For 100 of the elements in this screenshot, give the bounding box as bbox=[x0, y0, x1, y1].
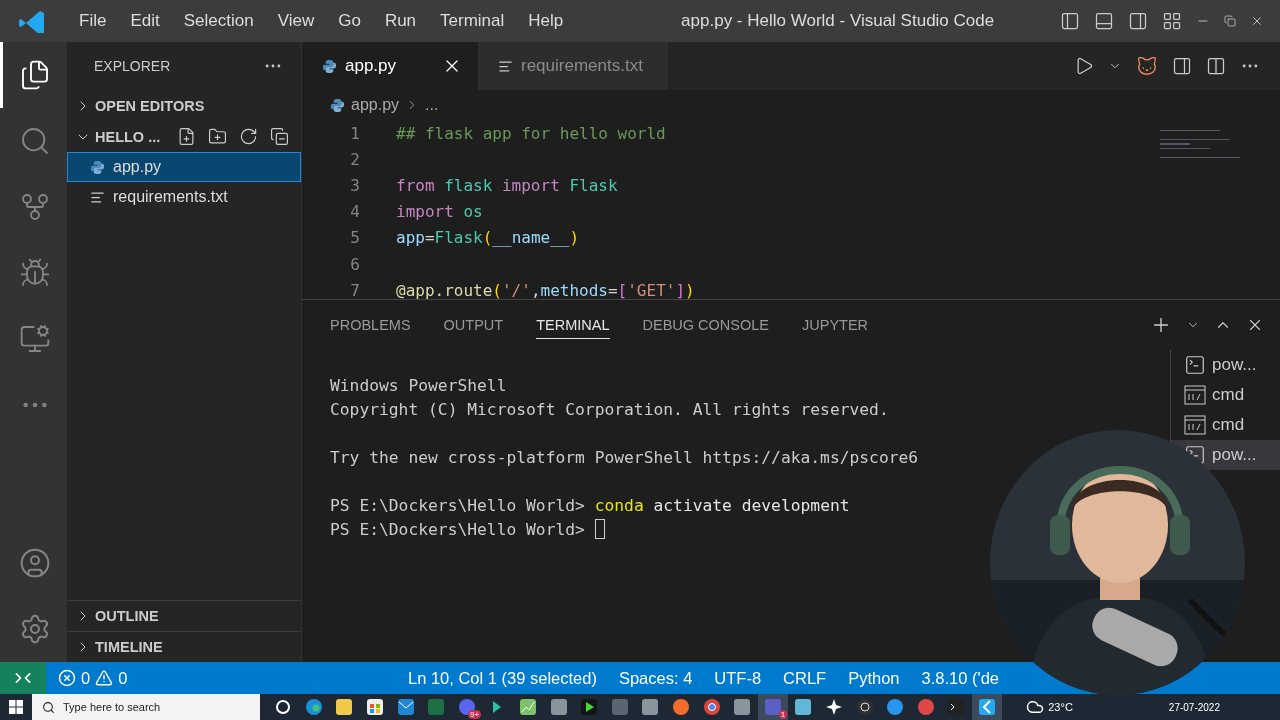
status-item[interactable]: Python bbox=[837, 668, 911, 688]
settings-icon[interactable] bbox=[19, 613, 51, 645]
panel-left-icon[interactable] bbox=[1060, 11, 1080, 31]
panel-bottom-icon[interactable] bbox=[1094, 11, 1114, 31]
line-number: 2 bbox=[349, 149, 360, 169]
split-editor-icon[interactable] bbox=[1206, 56, 1226, 76]
play-icon[interactable] bbox=[580, 698, 599, 716]
python-icon bbox=[90, 159, 105, 175]
code-editor-icon[interactable] bbox=[977, 698, 996, 716]
bug-icon[interactable] bbox=[19, 257, 51, 289]
panel-tab[interactable]: DEBUG CONSOLE bbox=[642, 311, 770, 339]
date-text[interactable]: 27-07-2022 bbox=[1168, 701, 1220, 713]
search-icon[interactable] bbox=[19, 125, 51, 157]
record-icon[interactable] bbox=[855, 698, 874, 716]
menu-item[interactable]: View bbox=[265, 11, 327, 31]
lines-icon bbox=[498, 58, 513, 74]
section-header[interactable]: OPEN EDITORS bbox=[95, 97, 205, 114]
panel-right-icon[interactable] bbox=[1128, 11, 1148, 31]
menu-item[interactable]: Edit bbox=[118, 11, 172, 31]
preview-icon[interactable] bbox=[1172, 56, 1192, 76]
menu-item[interactable]: Run bbox=[372, 11, 429, 31]
folder-icon[interactable] bbox=[335, 698, 354, 716]
cloud-icon[interactable] bbox=[1026, 698, 1045, 716]
menu-item[interactable]: File bbox=[67, 11, 119, 31]
mail-icon[interactable] bbox=[396, 698, 415, 716]
store-icon[interactable] bbox=[366, 698, 385, 716]
python-icon bbox=[330, 97, 345, 113]
code-line: ## flask app for hello world bbox=[395, 123, 666, 143]
search-field[interactable]: Type here to search bbox=[32, 694, 260, 720]
terminal-item[interactable]: cmd bbox=[1171, 380, 1280, 410]
remote-button[interactable] bbox=[0, 662, 46, 694]
refresh-icon[interactable] bbox=[239, 127, 258, 146]
line-number: 5 bbox=[349, 228, 360, 248]
star-icon[interactable] bbox=[825, 698, 843, 716]
command-window-icon bbox=[1184, 385, 1206, 405]
menu-item[interactable]: Help bbox=[516, 11, 576, 31]
terminal-line: Windows PowerShell bbox=[330, 375, 507, 395]
branch-icon[interactable] bbox=[19, 191, 51, 223]
line-number: 3 bbox=[349, 175, 360, 195]
new-folder-icon[interactable] bbox=[208, 127, 227, 146]
terminal-line: PS E:\Dockers\Hello World> conda activate development bbox=[330, 495, 850, 515]
panel-tab[interactable]: TERMINAL bbox=[536, 311, 610, 339]
menu-item[interactable]: Go bbox=[326, 11, 373, 31]
disc-icon[interactable] bbox=[916, 698, 935, 716]
weather-reading[interactable]: 23°C bbox=[1048, 701, 1073, 713]
terminal-item[interactable]: pow... bbox=[1171, 350, 1280, 380]
command-window-icon bbox=[1184, 415, 1206, 435]
editor-tab[interactable]: app.py bbox=[302, 42, 478, 90]
layout-icon[interactable] bbox=[1162, 11, 1182, 31]
folder-header[interactable]: HELLO ... bbox=[95, 128, 161, 145]
warning-icon bbox=[95, 669, 114, 687]
breadcrumb-more[interactable]: ... bbox=[425, 96, 439, 114]
circle-icon[interactable] bbox=[275, 699, 292, 715]
collapse-icon[interactable] bbox=[270, 127, 289, 146]
panel-tab[interactable]: JUPYTER bbox=[802, 311, 869, 339]
problems-button[interactable]: 0 0 bbox=[46, 668, 128, 688]
terminal-icon bbox=[1184, 354, 1206, 376]
menu-item[interactable]: Selection bbox=[171, 11, 266, 31]
restore-icon[interactable] bbox=[1224, 15, 1236, 27]
cat-icon[interactable] bbox=[1136, 55, 1158, 77]
explorer-tree-row[interactable]: app.py bbox=[67, 152, 301, 182]
sidebar-title: EXPLORER bbox=[94, 58, 171, 74]
panel-tab[interactable]: OUTPUT bbox=[443, 311, 504, 339]
monitor-icon[interactable] bbox=[19, 323, 51, 355]
code-line: app=Flask(__name__) bbox=[395, 228, 580, 248]
section-header[interactable]: OUTLINE bbox=[95, 608, 159, 624]
line-number: 4 bbox=[349, 202, 360, 222]
section-header[interactable]: TIMELINE bbox=[95, 639, 163, 655]
status-item[interactable]: Ln 10, Col 1 (39 selected) bbox=[396, 668, 608, 688]
chart-icon[interactable] bbox=[519, 698, 538, 716]
error-icon bbox=[58, 669, 76, 687]
status-item[interactable]: 3.8.10 ('de bbox=[910, 668, 1010, 688]
explorer-tree-row[interactable]: requirements.txt bbox=[67, 182, 301, 212]
search-icon bbox=[42, 700, 55, 714]
code-line: import os bbox=[395, 202, 483, 222]
line-number: 1 bbox=[349, 123, 360, 143]
code-line: from flask import Flask bbox=[395, 175, 618, 195]
new-file-icon[interactable] bbox=[177, 127, 196, 146]
line-number: 6 bbox=[349, 254, 360, 274]
lines-icon bbox=[90, 189, 105, 205]
panel-tab[interactable]: PROBLEMS bbox=[330, 311, 411, 339]
code-line: @app.route('/',methods=['GET']) bbox=[395, 280, 695, 299]
account-icon[interactable] bbox=[19, 547, 51, 579]
breadcrumb-file[interactable]: app.py bbox=[351, 96, 400, 114]
status-item[interactable]: Spaces: 4 bbox=[607, 668, 704, 688]
terminal-line: PS E:\Dockers\Hello World> bbox=[330, 519, 586, 539]
window-title: app.py - Hello World - Visual Studio Code bbox=[680, 11, 996, 31]
browser-icon[interactable] bbox=[304, 698, 323, 716]
terminal-line: Try the new cross-platform PowerShell https://aka.ms/pscore6 bbox=[330, 447, 919, 467]
files-icon[interactable] bbox=[19, 59, 51, 91]
status-item[interactable]: CRLF bbox=[772, 668, 838, 688]
status-item[interactable]: UTF-8 bbox=[703, 668, 773, 688]
line-number: 7 bbox=[349, 280, 360, 299]
terminal-item[interactable]: cmd bbox=[1171, 410, 1280, 440]
editor-tab[interactable]: requirements.txt bbox=[478, 42, 668, 90]
python-icon bbox=[322, 58, 337, 74]
menu-item[interactable]: Terminal bbox=[428, 11, 517, 31]
notification-badge: 1 bbox=[778, 710, 788, 719]
notification-badge: 9+ bbox=[468, 710, 482, 719]
windows-icon[interactable] bbox=[9, 700, 23, 714]
